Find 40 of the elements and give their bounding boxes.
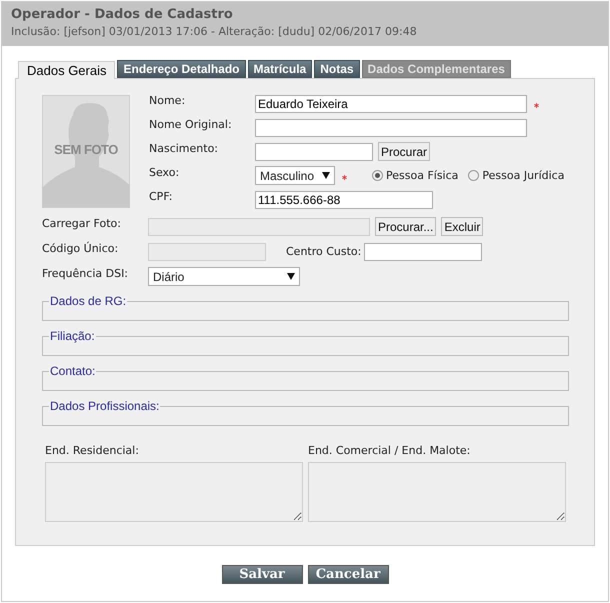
radio-icon[interactable]: [468, 170, 480, 181]
input-field[interactable]: [364, 242, 482, 260]
text-area[interactable]: [45, 462, 303, 522]
tab[interactable]: Matrícula: [248, 60, 312, 78]
select-field[interactable]: Masculino: [255, 166, 335, 185]
fieldset-legend: Contato:: [49, 365, 96, 377]
window-subtitle: Inclusão: [jefson] 03/01/2013 17:06 - Alteração: [dudu] 02/06/2017 09:48: [11, 25, 418, 38]
fieldset-legend: Filiação:: [49, 330, 96, 342]
field-label: Nome Original:: [149, 118, 233, 133]
input-field[interactable]: 111.555.666-88: [255, 190, 433, 208]
field-label: End. Comercial / End. Malote:: [308, 444, 472, 458]
field-label: Código Único:: [42, 242, 120, 257]
radio-option[interactable]: Pessoa Física: [372, 169, 458, 182]
browse-button[interactable]: Procurar: [378, 142, 430, 161]
field-label: CPF:: [149, 190, 174, 205]
fieldset-legend: Dados de RG:: [49, 295, 128, 307]
field-label: Frequência DSI:: [42, 267, 130, 282]
action-button[interactable]: Salvar: [222, 565, 302, 584]
field-label: Nascimento:: [149, 142, 220, 157]
field-label: Sexo:: [149, 166, 180, 181]
input-field[interactable]: Eduardo Teixeira: [255, 94, 527, 112]
fieldset-legend: Dados Profissionais:: [49, 400, 160, 412]
field-label: End. Residencial:: [45, 444, 140, 458]
tab[interactable]: Notas: [314, 60, 360, 78]
window-title: Operador - Dados de Cadastro: [11, 7, 234, 22]
caret-icon: [322, 172, 330, 179]
select-field[interactable]: Diário: [148, 267, 300, 286]
radio-icon[interactable]: [372, 170, 383, 181]
field-label: Nome:: [149, 94, 186, 109]
tab[interactable]: Endereço Detalhado: [117, 60, 246, 78]
input-field[interactable]: [255, 142, 373, 160]
tab[interactable]: Dados Gerais: [18, 61, 116, 79]
radio-option[interactable]: Pessoa Jurídica: [468, 169, 564, 182]
caret-icon: [287, 273, 295, 280]
input-field[interactable]: [255, 118, 527, 136]
photo-caption: SEM FOTO: [53, 142, 119, 157]
field-label: Carregar Foto:: [42, 217, 122, 232]
action-button[interactable]: Cancelar: [308, 565, 388, 584]
field-label: Centro Custo:: [286, 244, 362, 258]
text-area[interactable]: [308, 462, 566, 522]
